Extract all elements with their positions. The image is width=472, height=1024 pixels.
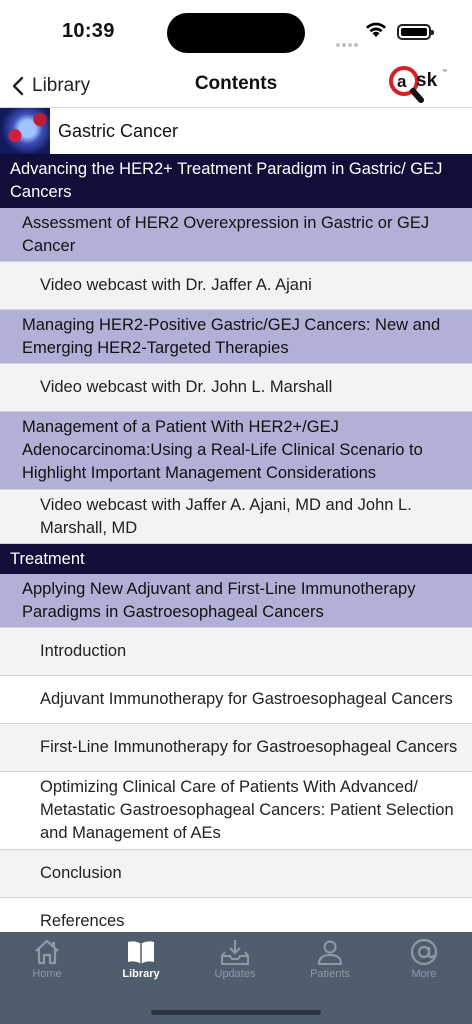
- toc-item[interactable]: References: [0, 898, 472, 932]
- toc-item-label: Video webcast with Jaffer A. Ajani, MD a…: [40, 495, 412, 537]
- tab-bar: Home Library Updates Patients More: [0, 932, 472, 1024]
- toc-item-label: Conclusion: [40, 864, 122, 882]
- toc-section-header[interactable]: Advancing the HER2+ Treatment Paradigm i…: [0, 154, 472, 208]
- toc-item[interactable]: Conclusion: [0, 850, 472, 898]
- toc-item-label: First-Line Immunotherapy for Gastroesoph…: [40, 738, 458, 756]
- toc-item[interactable]: Video webcast with Dr. John L. Marshall: [0, 364, 472, 412]
- tab-updates[interactable]: Updates: [195, 938, 275, 988]
- book-icon: [128, 941, 154, 964]
- tab-home[interactable]: Home: [7, 938, 87, 988]
- tab-patients[interactable]: Patients: [290, 938, 370, 988]
- toc-item[interactable]: Video webcast with Dr. Jaffer A. Ajani: [0, 262, 472, 310]
- book-cover-thumbnail: [0, 108, 50, 154]
- tab-library[interactable]: Library: [101, 938, 181, 988]
- home-icon: [35, 939, 59, 965]
- tab-updates-label: Updates: [214, 968, 256, 980]
- toc-item-label: Video webcast with Dr. John L. Marshall: [40, 378, 333, 396]
- tab-library-label: Library: [122, 968, 160, 980]
- toc-topic[interactable]: Management of a Patient With HER2+/GEJ A…: [0, 412, 472, 490]
- person-icon: [318, 940, 342, 965]
- dynamic-island: [167, 13, 305, 53]
- wifi-icon: [366, 22, 386, 37]
- toc-topic-label: Management of a Patient With HER2+/GEJ A…: [22, 418, 423, 482]
- toc-item[interactable]: Adjuvant Immunotherapy for Gastroesophag…: [0, 676, 472, 724]
- toc-section-header[interactable]: Treatment: [0, 544, 472, 574]
- battery-icon: [397, 24, 434, 40]
- toc-topic-label: Assessment of HER2 Overexpression in Gas…: [22, 213, 430, 255]
- toc-item-label: Video webcast with Dr. Jaffer A. Ajani: [40, 276, 312, 294]
- navigation-bar: Library Contents a sk ™: [0, 64, 472, 108]
- toc-item-label: References: [40, 912, 125, 930]
- toc-item[interactable]: First-Line Immunotherapy for Gastroesoph…: [0, 724, 472, 772]
- toc-item[interactable]: Optimizing Clinical Care of Patients Wit…: [0, 772, 472, 850]
- svg-text:sk: sk: [416, 70, 438, 91]
- toc-topic-label: Managing HER2-Positive Gastric/GEJ Cance…: [22, 315, 441, 357]
- at-sign-icon: [410, 938, 438, 966]
- status-time: 10:39: [62, 20, 115, 42]
- tab-patients-label: Patients: [310, 968, 350, 980]
- contents-list[interactable]: Advancing the HER2+ Treatment Paradigm i…: [0, 154, 472, 932]
- book-header: Gastric Cancer: [0, 108, 472, 154]
- toc-topic[interactable]: Applying New Adjuvant and First-Line Imm…: [0, 574, 472, 628]
- svg-text:™: ™: [442, 69, 447, 75]
- toc-item-label: Optimizing Clinical Care of Patients Wit…: [40, 778, 454, 842]
- toc-item[interactable]: Introduction: [0, 628, 472, 676]
- toc-item[interactable]: Video webcast with Jaffer A. Ajani, MD a…: [0, 490, 472, 544]
- toc-section-header-label: Advancing the HER2+ Treatment Paradigm i…: [10, 160, 443, 201]
- toc-topic-label: Applying New Adjuvant and First-Line Imm…: [22, 579, 416, 621]
- home-indicator: [151, 1010, 321, 1015]
- toc-item-label: Introduction: [40, 642, 127, 660]
- cellular-signal-icon: [336, 34, 360, 52]
- toc-item-label: Adjuvant Immunotherapy for Gastroesophag…: [40, 690, 453, 708]
- toc-section-header-label: Treatment: [10, 549, 85, 568]
- toc-topic[interactable]: Managing HER2-Positive Gastric/GEJ Cance…: [0, 310, 472, 364]
- ask-search-logo[interactable]: a sk ™: [386, 64, 452, 104]
- status-bar: 10:39: [0, 0, 472, 64]
- tab-more-label: More: [411, 968, 437, 980]
- tab-more[interactable]: More: [384, 938, 464, 988]
- toc-topic[interactable]: Assessment of HER2 Overexpression in Gas…: [0, 208, 472, 262]
- download-tray-icon: [221, 940, 249, 965]
- book-title: Gastric Cancer: [58, 120, 179, 141]
- tab-home-label: Home: [32, 968, 62, 980]
- svg-text:a: a: [397, 72, 407, 91]
